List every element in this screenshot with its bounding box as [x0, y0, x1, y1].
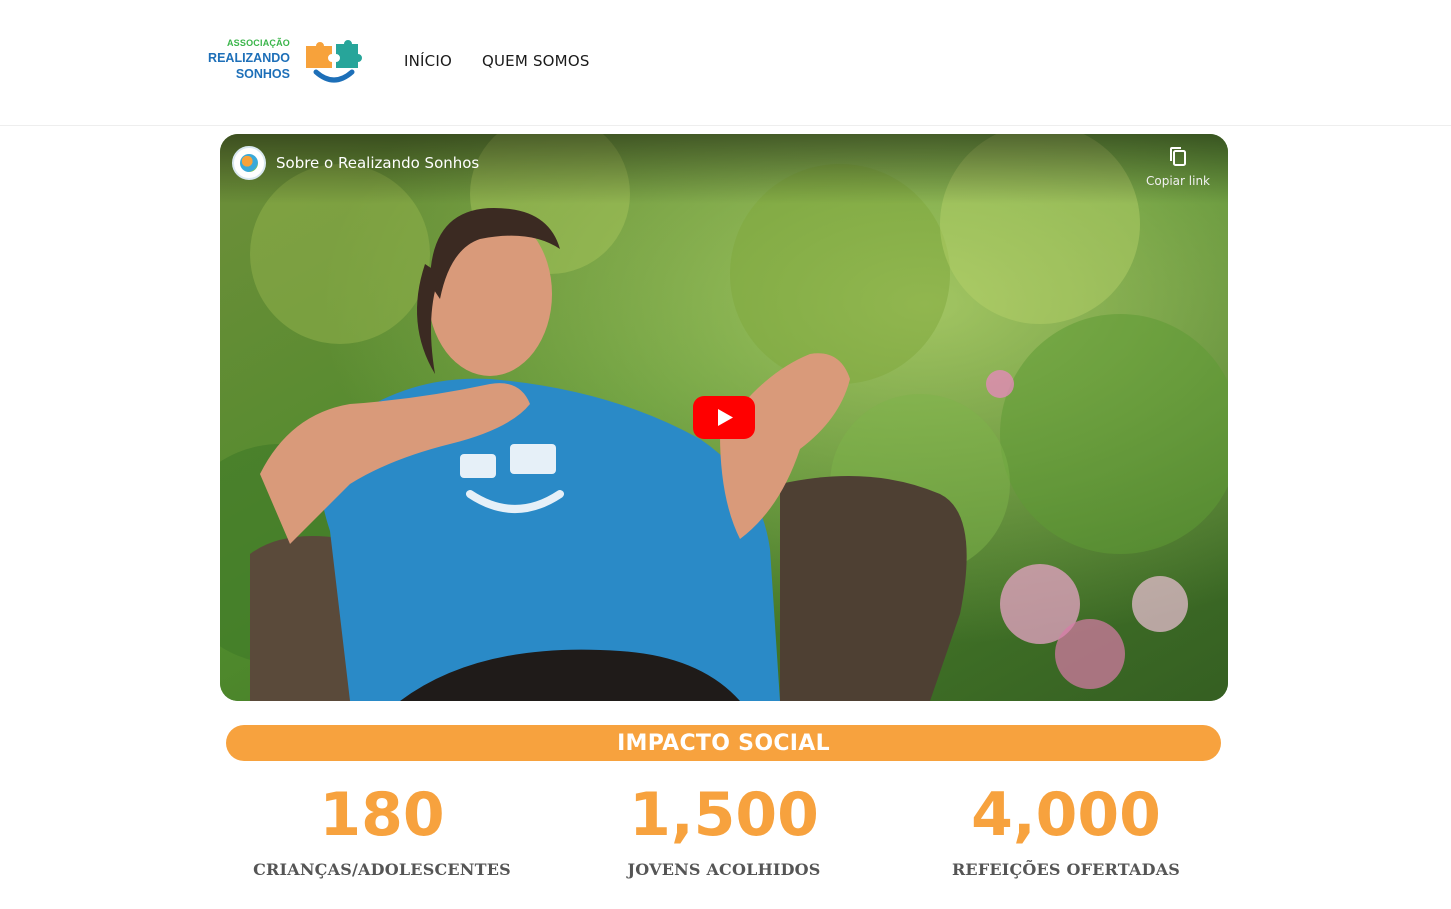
- copy-link-label: Copiar link: [1146, 174, 1210, 188]
- youtube-play-icon[interactable]: [693, 396, 755, 439]
- logo-text: ASSOCIAÇÃO REALIZANDO SONHOS: [208, 36, 290, 80]
- video-title[interactable]: Sobre o Realizando Sonhos: [276, 154, 479, 172]
- stat-value: 4,000: [971, 780, 1161, 850]
- stat-value: 180: [319, 780, 445, 850]
- site-header: ASSOCIAÇÃO REALIZANDO SONHOS INÍCIO QUEM…: [0, 0, 1451, 126]
- video-player[interactable]: Sobre o Realizando Sonhos Copiar link: [220, 134, 1228, 701]
- nav-item-inicio[interactable]: INÍCIO: [404, 52, 452, 70]
- impact-social-title: IMPACTO SOCIAL: [617, 730, 830, 756]
- nav-item-quem-somos[interactable]: QUEM SOMOS: [482, 52, 590, 70]
- puzzle-smile-logo-icon: [306, 40, 362, 83]
- stat-refeicoes: 4,000 REFEIÇÕES OFERTADAS: [906, 780, 1226, 879]
- stat-label: JOVENS ACOLHIDOS: [627, 860, 821, 879]
- copy-icon: [1170, 147, 1186, 166]
- channel-avatar[interactable]: [232, 146, 266, 180]
- channel-logo-icon: [240, 154, 258, 172]
- main-nav: INÍCIO QUEM SOMOS: [404, 52, 590, 70]
- logo-line-realizando: REALIZANDO: [208, 51, 290, 65]
- logo-line-sonhos: SONHOS: [235, 66, 290, 81]
- copy-link-button[interactable]: Copiar link: [1146, 146, 1210, 190]
- stat-value: 1,500: [629, 780, 819, 850]
- stat-criancas: 180 CRIANÇAS/ADOLESCENTES: [222, 780, 542, 879]
- impact-social-banner: IMPACTO SOCIAL: [226, 725, 1221, 761]
- logo-line-associacao: ASSOCIAÇÃO: [226, 38, 290, 48]
- site-logo[interactable]: ASSOCIAÇÃO REALIZANDO SONHOS: [208, 36, 368, 88]
- stat-label: REFEIÇÕES OFERTADAS: [951, 860, 1181, 879]
- stat-jovens: 1,500 JOVENS ACOLHIDOS: [564, 780, 884, 879]
- stat-label: CRIANÇAS/ADOLESCENTES: [253, 860, 511, 879]
